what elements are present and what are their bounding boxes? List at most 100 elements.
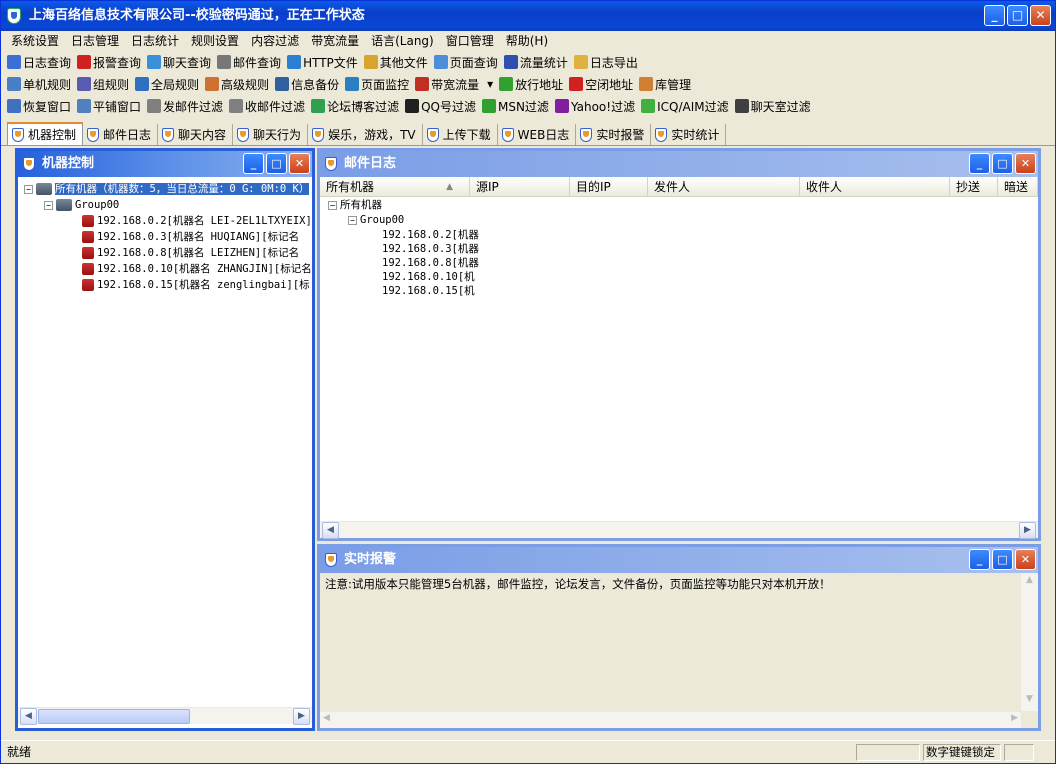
chart-button[interactable]: 流量统计 — [503, 52, 568, 72]
alert-button[interactable]: 报警查询 — [77, 52, 141, 72]
column-header[interactable]: 目的IP — [570, 177, 648, 196]
mail-machine-node[interactable]: 192.168.0.3[机器 — [382, 242, 479, 256]
menu-item[interactable]: 系统设置 — [5, 31, 65, 51]
menu-item[interactable]: 语言(Lang) — [365, 31, 440, 51]
pane-close-button[interactable]: ✕ — [289, 153, 310, 174]
scroll-left-arrow-icon[interactable]: ◀ — [20, 708, 37, 725]
menu-item[interactable]: 帮助(H) — [500, 31, 554, 51]
column-header[interactable]: 暗送 — [998, 177, 1038, 196]
tab-8[interactable]: 实时统计 — [651, 124, 727, 145]
menu-item[interactable]: 窗口管理 — [440, 31, 500, 51]
receive-mail-filter-button[interactable]: 收邮件过滤 — [229, 96, 305, 116]
library-button[interactable]: 库管理 — [639, 74, 691, 94]
tree-root-label[interactable]: 所有机器（机器数：5，当日总流量：0 G: 0M:0 K） — [55, 183, 310, 195]
mail-tree-group[interactable]: − Group00 — [348, 213, 404, 228]
scroll-right-arrow-icon[interactable]: ▶ — [1019, 522, 1036, 539]
maximize-button[interactable]: □ — [1007, 5, 1028, 26]
menu-item[interactable]: 带宽流量 — [305, 31, 365, 51]
icq-button[interactable]: ICQ/AIM过滤 — [641, 96, 729, 116]
scroll-left-arrow-icon[interactable]: ◀ — [323, 713, 330, 723]
scroll-thumb[interactable] — [38, 709, 190, 724]
mail-button[interactable]: 邮件查询 — [217, 52, 281, 72]
advanced-rule-button[interactable]: 高级规则 — [205, 74, 269, 94]
mail-tree[interactable]: − 所有机器 − Group00 192.168.0.2[机器 192.168.0.3… — [320, 197, 1038, 517]
alert-text-area[interactable]: 注意:试用版本只能管理5台机器，邮件监控，论坛发言，文件备份，页面监控等功能只对… — [320, 573, 1038, 728]
mail-pane-titlebar[interactable]: 邮件日志 _ □ ✕ — [320, 151, 1038, 177]
chatroom-button[interactable]: 聊天室过滤 — [734, 96, 811, 116]
menu-item[interactable]: 日志管理 — [65, 31, 125, 51]
scroll-up-arrow-icon[interactable]: ▲ — [1022, 575, 1037, 590]
machine-node[interactable]: 192.168.0.3[机器名 HUQIANG][标记名 — [82, 230, 299, 245]
export-button[interactable]: 日志导出 — [573, 52, 638, 72]
machine-node[interactable]: 192.168.0.10[机器名 ZHANGJIN][标记名 — [82, 262, 312, 277]
tree-group[interactable]: − Group00 — [44, 198, 119, 213]
bandwidth-button[interactable]: 带宽流量 — [415, 74, 479, 94]
mail-hscrollbar[interactable]: ◀ ▶ — [320, 521, 1038, 539]
machine-tree[interactable]: − 所有机器（机器数：5，当日总流量：0 G: 0M:0 K） − Group00 … — [18, 177, 312, 707]
column-header[interactable]: 抄送 — [950, 177, 998, 196]
alert-hscrollbar[interactable]: ◀ ▶ — [320, 711, 1021, 728]
pane-minimize-button[interactable]: _ — [243, 153, 264, 174]
alert-vscrollbar[interactable]: ▲ ▼ — [1021, 573, 1038, 711]
msn-button[interactable]: MSN过滤 — [481, 96, 549, 116]
menu-item[interactable]: 规则设置 — [185, 31, 245, 51]
machine-node[interactable]: 192.168.0.2[机器名 LEI-2EL1LTXYEIX] — [82, 214, 312, 229]
title-bar[interactable]: 上海百络信息技术有限公司--校验密码通过，正在工作状态 _ □ ✕ — [1, 1, 1055, 31]
pane-minimize-button[interactable]: _ — [969, 549, 990, 570]
column-header[interactable]: 发件人 — [648, 177, 800, 196]
machine-pane-titlebar[interactable]: 机器控制 _ □ ✕ — [18, 151, 312, 177]
tree-group-label[interactable]: Group00 — [75, 199, 119, 211]
scroll-right-arrow-icon[interactable]: ▶ — [293, 708, 310, 725]
global-rule-button[interactable]: 全局规则 — [135, 74, 199, 94]
block-button[interactable]: 空闭地址 — [569, 74, 633, 94]
mail-tree-root[interactable]: − 所有机器 — [328, 198, 382, 213]
tab-6[interactable]: WEB日志 — [497, 124, 577, 145]
machine-hscrollbar[interactable]: ◀ ▶ — [18, 707, 312, 725]
page-button[interactable]: 页面查询 — [433, 52, 498, 72]
pane-minimize-button[interactable]: _ — [969, 153, 990, 174]
close-button[interactable]: ✕ — [1030, 5, 1051, 26]
menu-item[interactable]: 日志统计 — [125, 31, 185, 51]
dropdown-arrow-icon[interactable]: ▾ — [487, 77, 493, 91]
tab-4[interactable]: 娱乐，游戏，TV — [308, 124, 423, 145]
column-header[interactable]: 所有机器 ▲ — [320, 177, 470, 196]
machine-node[interactable]: 192.168.0.15[机器名 zenglingbai][标 — [82, 278, 310, 293]
pane-maximize-button[interactable]: □ — [266, 153, 287, 174]
forum-filter-button[interactable]: 论坛博客过滤 — [311, 96, 399, 116]
pane-close-button[interactable]: ✕ — [1015, 153, 1036, 174]
tab-3[interactable]: 聊天行为 — [233, 124, 309, 145]
tab-5[interactable]: 上传下载 — [422, 124, 498, 145]
tab-0[interactable]: 机器控制 — [7, 122, 84, 145]
collapse-icon[interactable]: − — [328, 200, 337, 210]
alert-pane-titlebar[interactable]: 实时报警 _ □ ✕ — [320, 547, 1038, 573]
single-rule-button[interactable]: 单机规则 — [7, 74, 71, 94]
backup-button[interactable]: 信息备份 — [275, 74, 339, 94]
tab-1[interactable]: 邮件日志 — [83, 124, 159, 145]
minimize-button[interactable]: _ — [984, 5, 1005, 26]
mail-machine-node[interactable]: 192.168.0.8[机器 — [382, 256, 479, 270]
pane-maximize-button[interactable]: □ — [992, 153, 1013, 174]
yahoo-button[interactable]: Yahoo!过滤 — [554, 96, 635, 116]
log-search-button[interactable]: 日志查询 — [7, 52, 71, 72]
page-monitor-button[interactable]: 页面监控 — [345, 74, 409, 94]
folder-button[interactable]: 其他文件 — [363, 52, 428, 72]
scroll-down-arrow-icon[interactable]: ▼ — [1022, 694, 1037, 709]
send-mail-filter-button[interactable]: 发邮件过滤 — [147, 96, 223, 116]
restore-window-button[interactable]: 恢复窗口 — [7, 96, 71, 116]
collapse-icon[interactable]: − — [44, 200, 53, 210]
mail-machine-node[interactable]: 192.168.0.2[机器 — [382, 228, 479, 242]
http-button[interactable]: HTTP文件 — [287, 52, 358, 72]
chat-button[interactable]: 聊天查询 — [147, 52, 211, 72]
collapse-icon[interactable]: − — [24, 184, 33, 194]
tab-2[interactable]: 聊天内容 — [158, 124, 234, 145]
mail-machine-node[interactable]: 192.168.0.15[机 — [382, 284, 475, 298]
group-rule-button[interactable]: 组规则 — [77, 74, 129, 94]
tab-7[interactable]: 实时报警 — [576, 124, 652, 145]
scroll-right-arrow-icon[interactable]: ▶ — [1011, 713, 1018, 723]
column-header[interactable]: 收件人 — [800, 177, 950, 196]
pane-maximize-button[interactable]: □ — [992, 549, 1013, 570]
machine-node[interactable]: 192.168.0.8[机器名 LEIZHEN][标记名 — [82, 246, 299, 261]
tree-root[interactable]: − 所有机器（机器数：5，当日总流量：0 G: 0M:0 K） — [24, 182, 310, 197]
pane-close-button[interactable]: ✕ — [1015, 549, 1036, 570]
mail-machine-node[interactable]: 192.168.0.10[机 — [382, 270, 475, 284]
